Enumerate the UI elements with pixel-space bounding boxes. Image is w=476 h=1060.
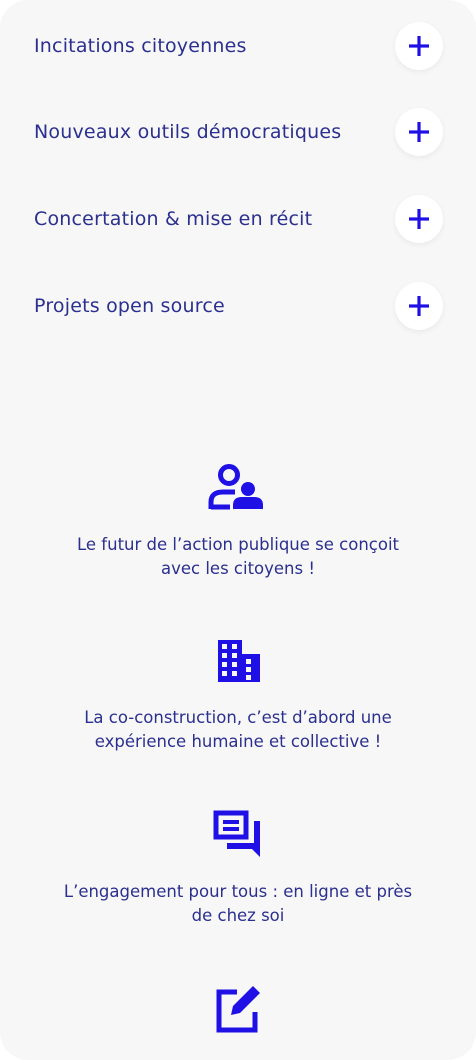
plus-icon [409,36,429,56]
accordion-item-nouveaux-outils[interactable]: Nouveaux outils démocratiques [0,102,476,162]
feature-text: Le futur de l’action publique se conçoit… [77,535,399,578]
accordion-label: Nouveaux outils démocratiques [34,121,342,143]
expand-button[interactable] [395,195,443,243]
content-card: Incitations citoyennes Nouveaux outils d… [0,0,476,1060]
feature-text: L’engagement pour tous : en ligne et prè… [63,882,413,925]
edit-icon [216,986,260,1033]
people-icon [208,464,263,510]
expand-button[interactable] [395,282,443,330]
accordion-item-concertation[interactable]: Concertation & mise en récit [0,189,476,249]
building-icon [218,640,260,682]
plus-icon [409,209,429,229]
feature-text: La co-construction, c’est d’abord une ex… [84,708,392,751]
plus-icon [409,296,429,316]
chat-icon [213,810,260,857]
expand-button[interactable] [395,22,443,70]
expand-button[interactable] [395,108,443,156]
plus-icon [409,122,429,142]
accordion-item-incitations-citoyennes[interactable]: Incitations citoyennes [0,16,476,76]
accordion-label: Incitations citoyennes [34,35,247,57]
accordion-label: Projets open source [34,295,225,317]
accordion-label: Concertation & mise en récit [34,208,313,230]
accordion-item-projets-open-source[interactable]: Projets open source [0,276,476,336]
